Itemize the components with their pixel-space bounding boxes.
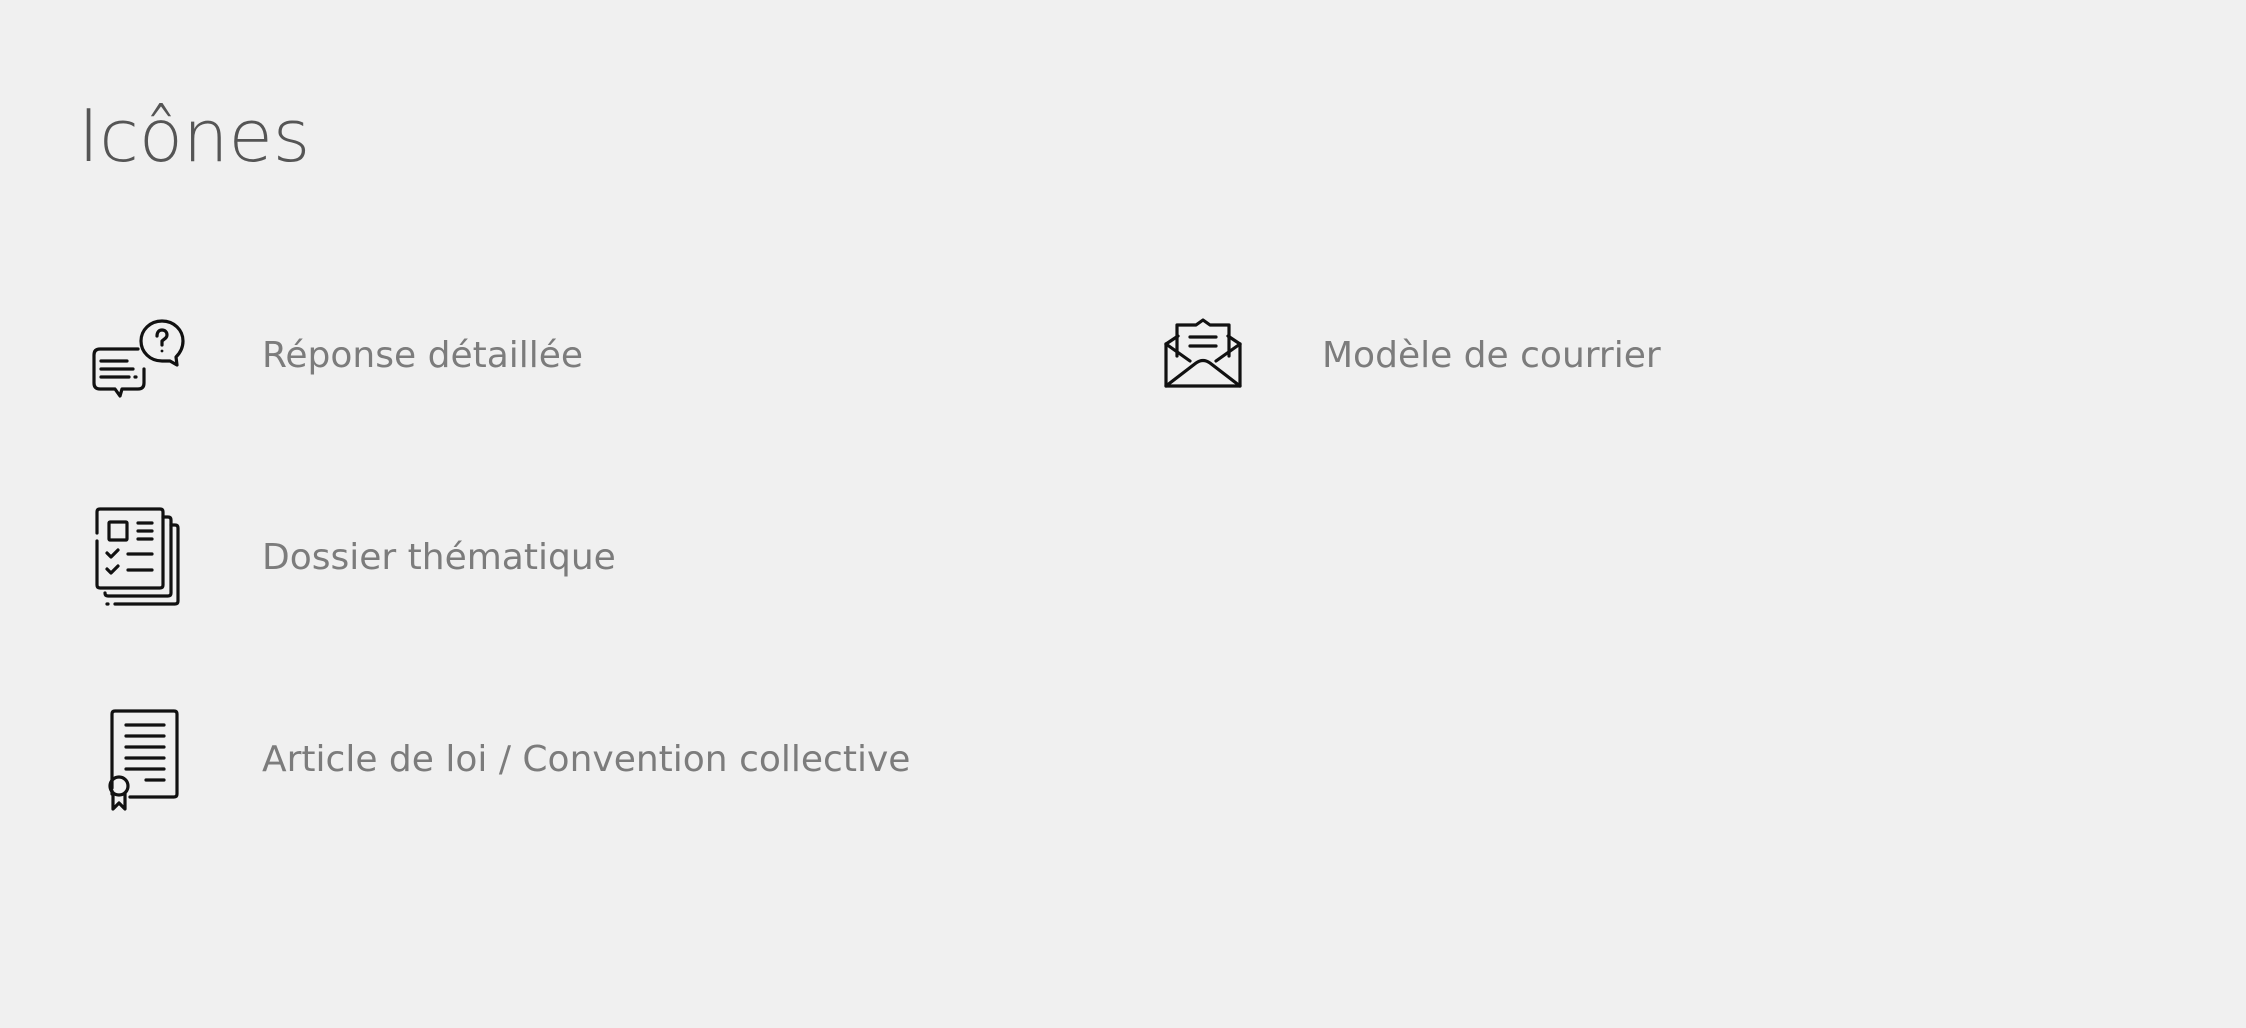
legend-label: Modèle de courrier <box>1322 335 1661 376</box>
legend-label: Article de loi / Convention collective <box>262 739 911 780</box>
legend-label: Dossier thématique <box>262 537 616 578</box>
document-stack-icon <box>88 503 198 613</box>
legend-item-reponse-detaillee: Réponse détaillée <box>88 301 888 411</box>
page-title: Icônes <box>78 94 311 178</box>
legend-item-dossier-thematique: Dossier thématique <box>88 503 888 613</box>
legend-item-modele-de-courrier: Modèle de courrier <box>1148 301 1948 411</box>
certificate-document-icon <box>88 705 198 815</box>
legend-label: Réponse détaillée <box>262 335 584 376</box>
open-envelope-icon <box>1148 301 1258 411</box>
legend-item-article-de-loi: Article de loi / Convention collective <box>88 705 988 815</box>
question-chat-icon <box>88 301 198 411</box>
